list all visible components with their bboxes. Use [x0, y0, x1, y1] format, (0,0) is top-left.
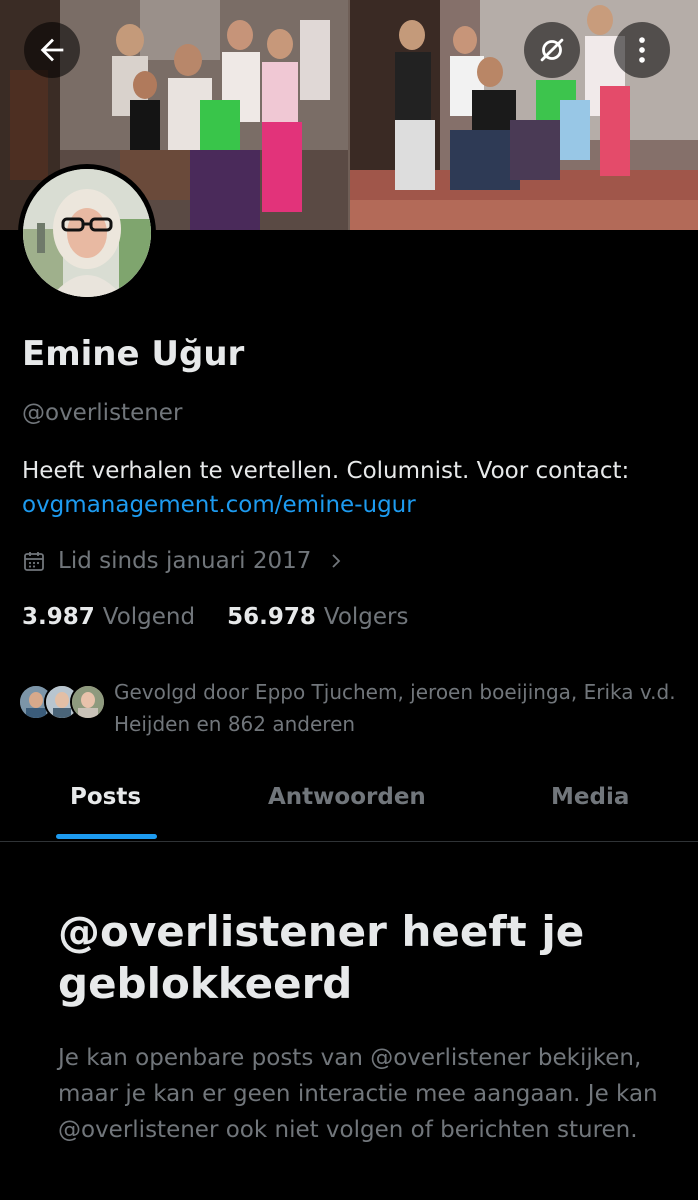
avatar[interactable]	[18, 164, 156, 302]
follower-avatar	[70, 684, 106, 720]
profile-tabs: Posts Antwoorden Media	[0, 770, 698, 842]
followed-by[interactable]: Gevolgd door Eppo Tjuchem, jeroen boeiji…	[18, 676, 676, 736]
follow-stats: 3.987 Volgend 56.978 Volgers	[22, 604, 408, 630]
more-vertical-icon	[639, 37, 645, 63]
followed-by-avatars	[18, 676, 108, 722]
display-name: Emine Uğur	[22, 334, 245, 374]
followers-count: 56.978	[227, 604, 316, 630]
active-tab-indicator	[56, 834, 157, 839]
followers-label: Volgers	[323, 604, 409, 630]
handle: @overlistener	[22, 400, 183, 426]
avatar-image	[23, 169, 151, 297]
arrow-left-icon	[40, 38, 64, 62]
joined-label: Lid sinds januari 2017	[58, 548, 312, 574]
hide-button[interactable]	[524, 22, 580, 78]
chevron-right-icon	[332, 554, 341, 568]
bio-link[interactable]: ovgmanagement.com/emine-ugur	[22, 488, 682, 522]
following-stat[interactable]: 3.987 Volgend	[22, 604, 195, 630]
tab-posts[interactable]: Posts	[70, 784, 141, 810]
tab-media[interactable]: Media	[551, 784, 629, 810]
bio: Heeft verhalen te vertellen. Columnist. …	[22, 454, 682, 522]
following-count: 3.987	[22, 604, 95, 630]
back-button[interactable]	[24, 22, 80, 78]
joined-date[interactable]: Lid sinds januari 2017	[22, 548, 345, 574]
blocked-title: @overlistener heeft je geblokkeerd	[58, 907, 585, 1008]
blocked-description: Je kan openbare posts van @overlistener …	[58, 1045, 658, 1143]
followers-stat[interactable]: 56.978 Volgers	[227, 604, 408, 630]
bio-text: Heeft verhalen te vertellen. Columnist. …	[22, 458, 630, 484]
followed-by-text: Gevolgd door Eppo Tjuchem, jeroen boeiji…	[114, 680, 676, 736]
following-label: Volgend	[102, 604, 196, 630]
tab-replies[interactable]: Antwoorden	[268, 784, 426, 810]
calendar-icon	[24, 552, 44, 571]
eye-slash-icon	[540, 38, 564, 62]
more-options-button[interactable]	[614, 22, 670, 78]
